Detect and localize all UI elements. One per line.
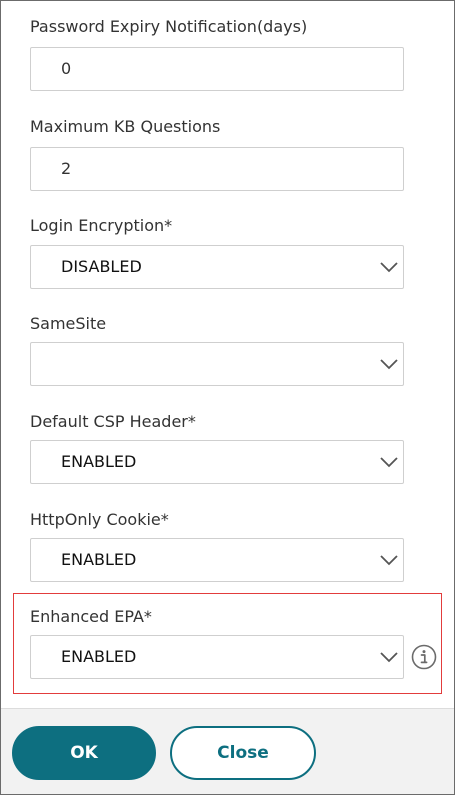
login-encryption-label: Login Encryption* — [30, 216, 173, 235]
default-csp-header-label: Default CSP Header* — [30, 412, 196, 431]
samesite-label: SameSite — [30, 314, 107, 333]
max-kb-questions-value: 2 — [61, 159, 72, 178]
max-kb-questions-label: Maximum KB Questions — [30, 117, 221, 136]
dialog-panel: Password Expiry Notification(days) 0 Max… — [0, 0, 455, 795]
max-kb-questions-input[interactable]: 2 — [30, 147, 404, 191]
samesite-select[interactable] — [30, 342, 404, 386]
password-expiry-input[interactable]: 0 — [30, 47, 404, 91]
chevron-down-icon — [380, 262, 398, 273]
login-encryption-select[interactable]: DISABLED — [30, 245, 404, 289]
password-expiry-value: 0 — [61, 59, 72, 78]
login-encryption-value: DISABLED — [61, 257, 142, 276]
enhanced-epa-label: Enhanced EPA* — [30, 607, 152, 626]
httponly-cookie-value: ENABLED — [61, 550, 137, 569]
close-button[interactable]: Close — [170, 726, 316, 780]
dialog-footer: OK Close — [1, 708, 454, 794]
enhanced-epa-value: ENABLED — [61, 647, 137, 666]
httponly-cookie-select[interactable]: ENABLED — [30, 538, 404, 582]
chevron-down-icon — [380, 359, 398, 370]
settings-form: Password Expiry Notification(days) 0 Max… — [1, 1, 454, 708]
chevron-down-icon — [380, 652, 398, 663]
chevron-down-icon — [380, 457, 398, 468]
httponly-cookie-label: HttpOnly Cookie* — [30, 510, 169, 529]
enhanced-epa-select[interactable]: ENABLED — [30, 635, 404, 679]
default-csp-header-select[interactable]: ENABLED — [30, 440, 404, 484]
ok-button[interactable]: OK — [12, 726, 156, 780]
info-icon[interactable] — [411, 644, 437, 670]
password-expiry-label: Password Expiry Notification(days) — [30, 17, 308, 36]
default-csp-header-value: ENABLED — [61, 452, 137, 471]
chevron-down-icon — [380, 555, 398, 566]
